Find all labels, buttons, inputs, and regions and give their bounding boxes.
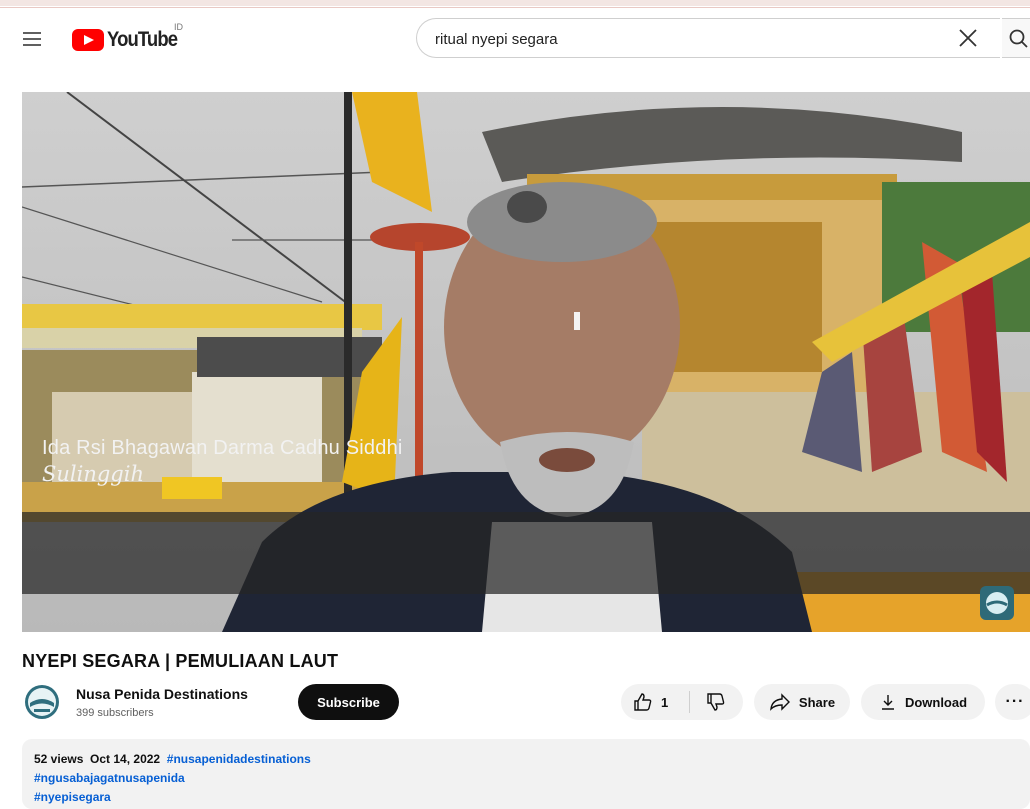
lower-third-band [22,512,1030,594]
search-icon [1009,29,1028,48]
search-button[interactable] [1002,18,1030,58]
share-icon [770,693,790,711]
thumbs-up-icon [634,693,652,711]
share-button[interactable]: Share [754,684,850,720]
clear-search-icon[interactable] [957,27,979,49]
channel-name[interactable]: Nusa Penida Destinations [76,686,248,702]
subscriber-count: 399 subscribers [76,707,154,719]
caption-role: Sulinggih [42,462,144,486]
description-meta: 52 views Oct 14, 2022 #nusapenidadestina… [34,752,311,766]
video-player[interactable] [22,92,1030,632]
dislike-button[interactable] [690,684,742,720]
search-input[interactable] [433,19,957,59]
view-count: 52 views [34,752,84,766]
youtube-play-icon [72,29,104,51]
download-icon [881,695,894,710]
menu-icon[interactable] [20,26,46,52]
channel-watermark-icon[interactable] [980,586,1014,620]
browser-top-strip [0,0,1030,6]
like-count: 1 [661,694,669,710]
youtube-logo[interactable]: YouTube ID [72,22,187,55]
download-label: Download [904,694,968,710]
download-button[interactable]: Download [861,684,985,720]
upload-date: Oct 14, 2022 [90,752,161,766]
like-dislike-group: 1 [621,684,743,720]
search-box [416,18,1000,59]
thumbs-down-icon [707,693,725,711]
more-actions-button[interactable]: ··· [995,684,1030,720]
logo-country-code: ID [174,22,183,32]
caption-name: Ida Rsi Bhagawan Darma Cadhu Siddhi [42,437,403,459]
browser-top-divider [0,7,1030,8]
subscribe-button[interactable]: Subscribe [298,684,399,720]
hashtag-link[interactable]: #nusapenidadestinations [167,752,311,766]
share-label: Share [798,694,836,710]
hashtag-link[interactable]: #ngusabajagatnusapenida [34,771,185,785]
hashtag-link[interactable]: #nyepisegara [34,790,111,804]
logo-text: YouTube [107,28,178,51]
like-button[interactable]: 1 [621,684,689,720]
channel-avatar[interactable] [25,685,59,719]
video-title: NYEPI SEGARA | PEMULIAAN LAUT [22,651,339,671]
